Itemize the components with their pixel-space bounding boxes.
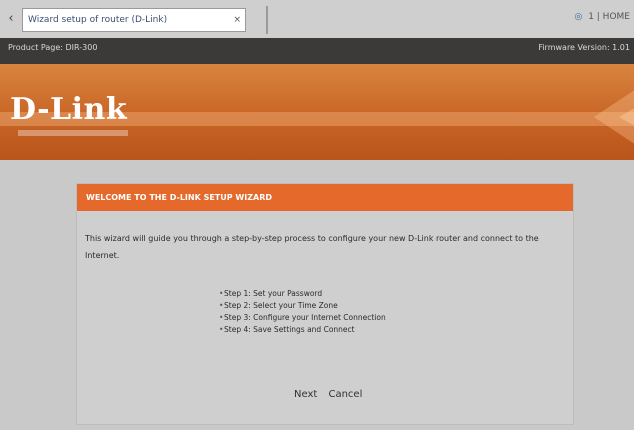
close-tab-icon[interactable]: × [233,9,241,31]
product-bar: Product Page: DIR-300 Firmware Version: … [0,38,634,64]
dlink-logo: D-Link [10,92,128,127]
wizard-step: •Step 2: Select your Time Zone [219,301,338,310]
brand-banner: D-Link [0,64,634,160]
setup-wizard-panel: WELCOME TO THE D-LINK SETUP WIZARD This … [76,183,574,425]
browser-toolbar: ‹ Wizard setup of router (D-Link) × ◎ 1 … [0,0,634,38]
wizard-step: •Step 4: Save Settings and Connect [219,325,355,334]
globe-icon: ◎ [574,12,583,22]
back-arrow-icon[interactable]: ‹ [4,10,18,28]
browser-tab-title: Wizard setup of router (D-Link) [28,15,168,25]
next-button[interactable]: Next [294,389,317,400]
wizard-step: •Step 3: Configure your Internet Connect… [219,313,386,322]
browser-tab[interactable]: Wizard setup of router (D-Link) × [22,8,246,32]
browser-right-tools-label: 1 | HOME [588,12,630,22]
product-page-label: Product Page: DIR-300 [8,43,98,52]
cancel-button[interactable]: Cancel [328,389,362,400]
logo-tagline-bar [18,130,128,136]
wizard-header: WELCOME TO THE D-LINK SETUP WIZARD [77,184,573,211]
toolbar-divider [266,6,268,34]
chevron-graphic-icon [594,90,634,144]
wizard-intro-text: This wizard will guide you through a ste… [85,234,539,260]
wizard-steps-list: •Step 1: Set your Password •Step 2: Sele… [219,288,386,336]
firmware-version-label: Firmware Version: 1.01 [538,43,630,52]
wizard-step: •Step 1: Set your Password [219,289,323,298]
next-cancel-buttons[interactable]: Next Cancel [288,384,368,404]
browser-right-tools[interactable]: ◎ 1 | HOME [574,12,630,22]
